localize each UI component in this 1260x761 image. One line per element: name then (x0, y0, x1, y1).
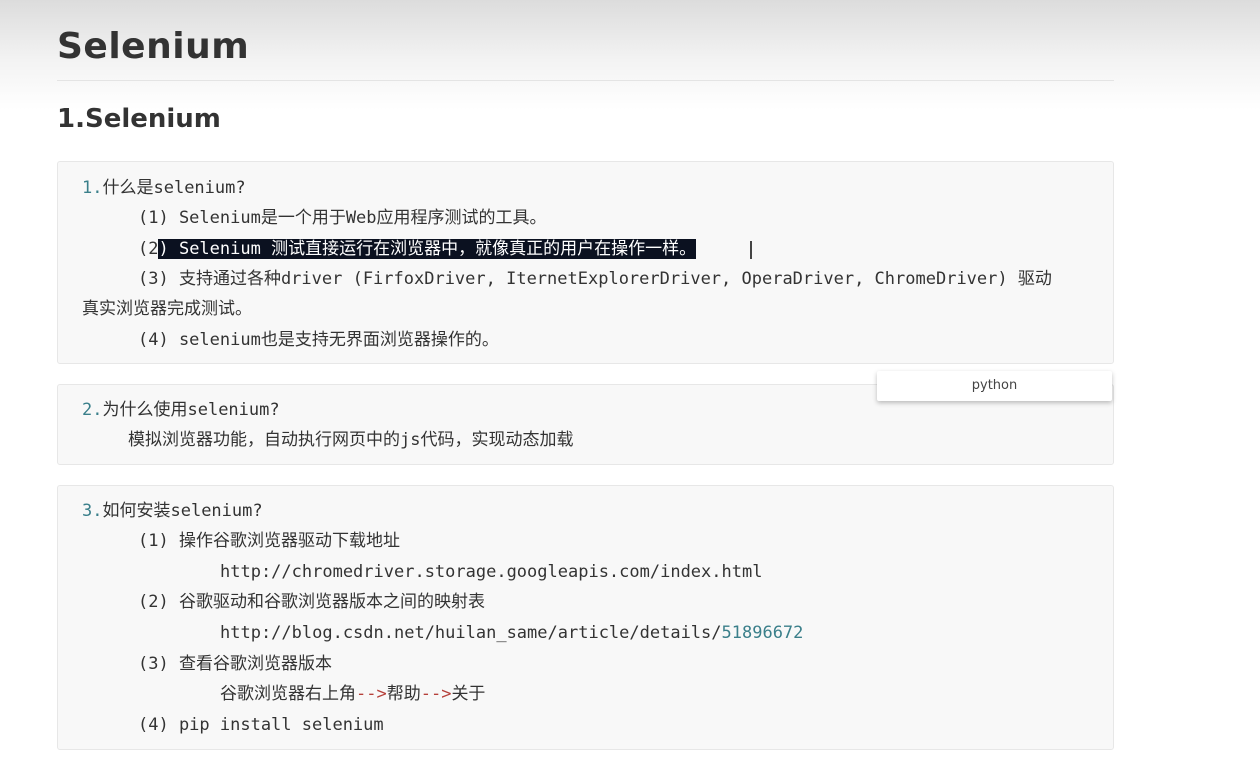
language-tag-python[interactable]: python (877, 371, 1112, 401)
block3-heading: 3.如何安装selenium? (82, 501, 263, 521)
block1-line3-cont: 真实浏览器完成测试。 (82, 299, 252, 319)
mapping-table-url[interactable]: http://blog.csdn.net/huilan_same/article… (220, 621, 803, 645)
code-block-what-is-selenium[interactable]: 1.什么是selenium? (1) Selenium是一个用于Web应用程序测… (57, 161, 1114, 364)
block3-line4: (4) pip install selenium (138, 715, 384, 735)
text-cursor-icon (750, 241, 752, 259)
block2-line1: 模拟浏览器功能，自动执行网页中的js代码，实现动态加载 (128, 430, 574, 450)
block1-line1: (1) Selenium是一个用于Web应用程序测试的工具。 (138, 208, 547, 228)
block1-number: 1. (82, 178, 103, 198)
browser-version-path: 谷歌浏览器右上角-->帮助-->关于 (220, 684, 486, 704)
section-heading: 1.Selenium (57, 104, 221, 134)
block3-number: 3. (82, 501, 103, 521)
block3-line1: (1) 操作谷歌浏览器驱动下载地址 (138, 531, 400, 551)
chromedriver-url[interactable]: http://chromedriver.storage.googleapis.c… (220, 560, 762, 584)
block3-line3: (3) 查看谷歌浏览器版本 (138, 654, 332, 674)
title-divider (57, 80, 1114, 81)
block1-line4: (4) selenium也是支持无界面浏览器操作的。 (138, 330, 499, 350)
block2-heading: 2.为什么使用selenium? (82, 400, 280, 420)
block1-line2[interactable]: (2) Selenium 测试直接运行在浏览器中，就像真正的用户在操作一样。 (138, 237, 697, 261)
block3-line2: (2) 谷歌驱动和谷歌浏览器版本之间的映射表 (138, 592, 485, 612)
block2-number: 2. (82, 400, 103, 420)
block1-line3: (3) 支持通过各种driver (FirfoxDriver, IternetE… (138, 269, 1052, 289)
code-block-install-selenium[interactable]: 3.如何安装selenium? (1) 操作谷歌浏览器驱动下载地址 http:/… (57, 485, 1114, 750)
selected-text[interactable]: ) Selenium 测试直接运行在浏览器中，就像真正的用户在操作一样。 (158, 239, 697, 259)
page-title: Selenium (57, 26, 250, 67)
block1-heading: 1.什么是selenium? (82, 178, 246, 198)
